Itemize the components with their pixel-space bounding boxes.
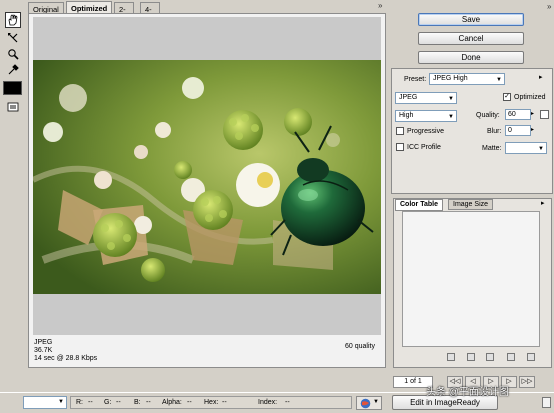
settings-menu-icon[interactable]: ▸ — [539, 73, 543, 81]
optimized-checkbox[interactable]: ✓ — [503, 93, 511, 101]
hex-value: -- — [222, 399, 227, 406]
last-frame-icon[interactable]: ▷▷ — [519, 376, 535, 388]
matte-label: Matte: — [482, 145, 502, 152]
g-value: -- — [116, 399, 121, 406]
hand-tool-icon[interactable] — [5, 12, 21, 28]
tab-color-table[interactable]: Color Table — [395, 199, 443, 211]
preview-download-time: 14 sec @ 28.8 Kbps — [34, 355, 98, 362]
file-format-value: JPEG — [399, 94, 418, 101]
preview-in-browser-button[interactable]: ▼ — [356, 396, 382, 410]
alpha-value: -- — [187, 399, 192, 406]
blur-slider-arrow-icon[interactable]: ▸ — [531, 126, 534, 133]
preset-select[interactable]: JPEG High ▼ — [429, 73, 505, 85]
map-color-icon[interactable] — [447, 353, 455, 361]
save-button[interactable]: Save — [418, 13, 524, 26]
preset-value: JPEG High — [433, 75, 468, 82]
index-label: Index: — [258, 399, 278, 406]
lock-color-icon[interactable] — [486, 353, 494, 361]
preview-format: JPEG — [34, 339, 53, 346]
new-color-icon[interactable] — [507, 353, 515, 361]
hex-label: Hex: — [204, 399, 219, 406]
done-button[interactable]: Done — [418, 51, 524, 64]
preview-quality-readout: 60 quality — [345, 343, 375, 350]
file-format-select[interactable]: JPEG ▼ — [395, 92, 457, 104]
chevron-down-icon: ▼ — [373, 399, 379, 405]
quality-label: Quality: — [476, 112, 500, 119]
b-value: -- — [146, 399, 151, 406]
preview-info: JPEG 36.7K 14 sec @ 28.8 Kbps — [34, 339, 154, 363]
preset-label: Preset: — [404, 76, 427, 83]
icc-profile-checkbox[interactable] — [396, 143, 404, 151]
zoom-select[interactable]: ▼ — [23, 396, 67, 409]
quality-slider-arrow-icon[interactable]: ▸ — [531, 110, 534, 117]
color-table-menu-icon[interactable]: ▸ — [541, 199, 545, 207]
chevron-down-icon: ▼ — [496, 77, 502, 83]
zoom-tool-icon[interactable] — [5, 46, 21, 62]
color-table-swatches[interactable] — [402, 211, 540, 347]
slice-select-tool-icon[interactable] — [5, 30, 21, 46]
watermark-text: 头条 @平面设计图 — [426, 387, 509, 398]
chevron-down-icon: ▼ — [58, 399, 64, 405]
blur-label: Blur: — [487, 128, 502, 135]
eyedropper-tool-icon[interactable] — [5, 62, 21, 78]
cancel-button[interactable]: Cancel — [418, 32, 524, 45]
chevron-down-icon: ▼ — [538, 146, 544, 152]
blur-input[interactable]: 0 — [505, 125, 531, 136]
progressive-label: Progressive — [407, 128, 444, 135]
matte-select[interactable]: ▼ — [505, 142, 547, 154]
progressive-checkbox[interactable] — [396, 127, 404, 135]
browser-globe-icon — [360, 398, 371, 409]
toggle-slices-icon[interactable] — [5, 99, 21, 115]
b-label: B: — [134, 399, 141, 406]
quality-input[interactable]: 60 — [505, 109, 531, 120]
settings-expand-icon[interactable]: » — [547, 2, 551, 11]
tool-palette — [0, 0, 27, 392]
r-label: R: — [76, 399, 83, 406]
compression-quality-value: High — [399, 112, 414, 119]
eyedropper-color-swatch[interactable] — [3, 81, 22, 95]
quality-channel-icon[interactable] — [540, 110, 549, 119]
panel-expand-icon[interactable]: » — [378, 1, 382, 10]
alpha-label: Alpha: — [162, 399, 182, 406]
icc-profile-label: ICC Profile — [407, 144, 441, 151]
optimized-image-preview[interactable] — [33, 60, 381, 294]
preview-file-size: 36.7K — [34, 347, 53, 354]
g-label: G: — [104, 399, 112, 406]
compression-quality-select[interactable]: High ▼ — [395, 110, 457, 122]
web-shift-icon[interactable] — [467, 353, 475, 361]
delete-color-icon[interactable] — [527, 353, 535, 361]
chevron-down-icon: ▼ — [448, 96, 454, 102]
imageready-jump-icon[interactable] — [542, 397, 551, 408]
index-value: -- — [285, 399, 290, 406]
tab-image-size[interactable]: Image Size — [448, 199, 494, 210]
optimized-label: Optimized — [514, 94, 546, 101]
r-value: -- — [88, 399, 93, 406]
chevron-down-icon: ▼ — [448, 114, 454, 120]
